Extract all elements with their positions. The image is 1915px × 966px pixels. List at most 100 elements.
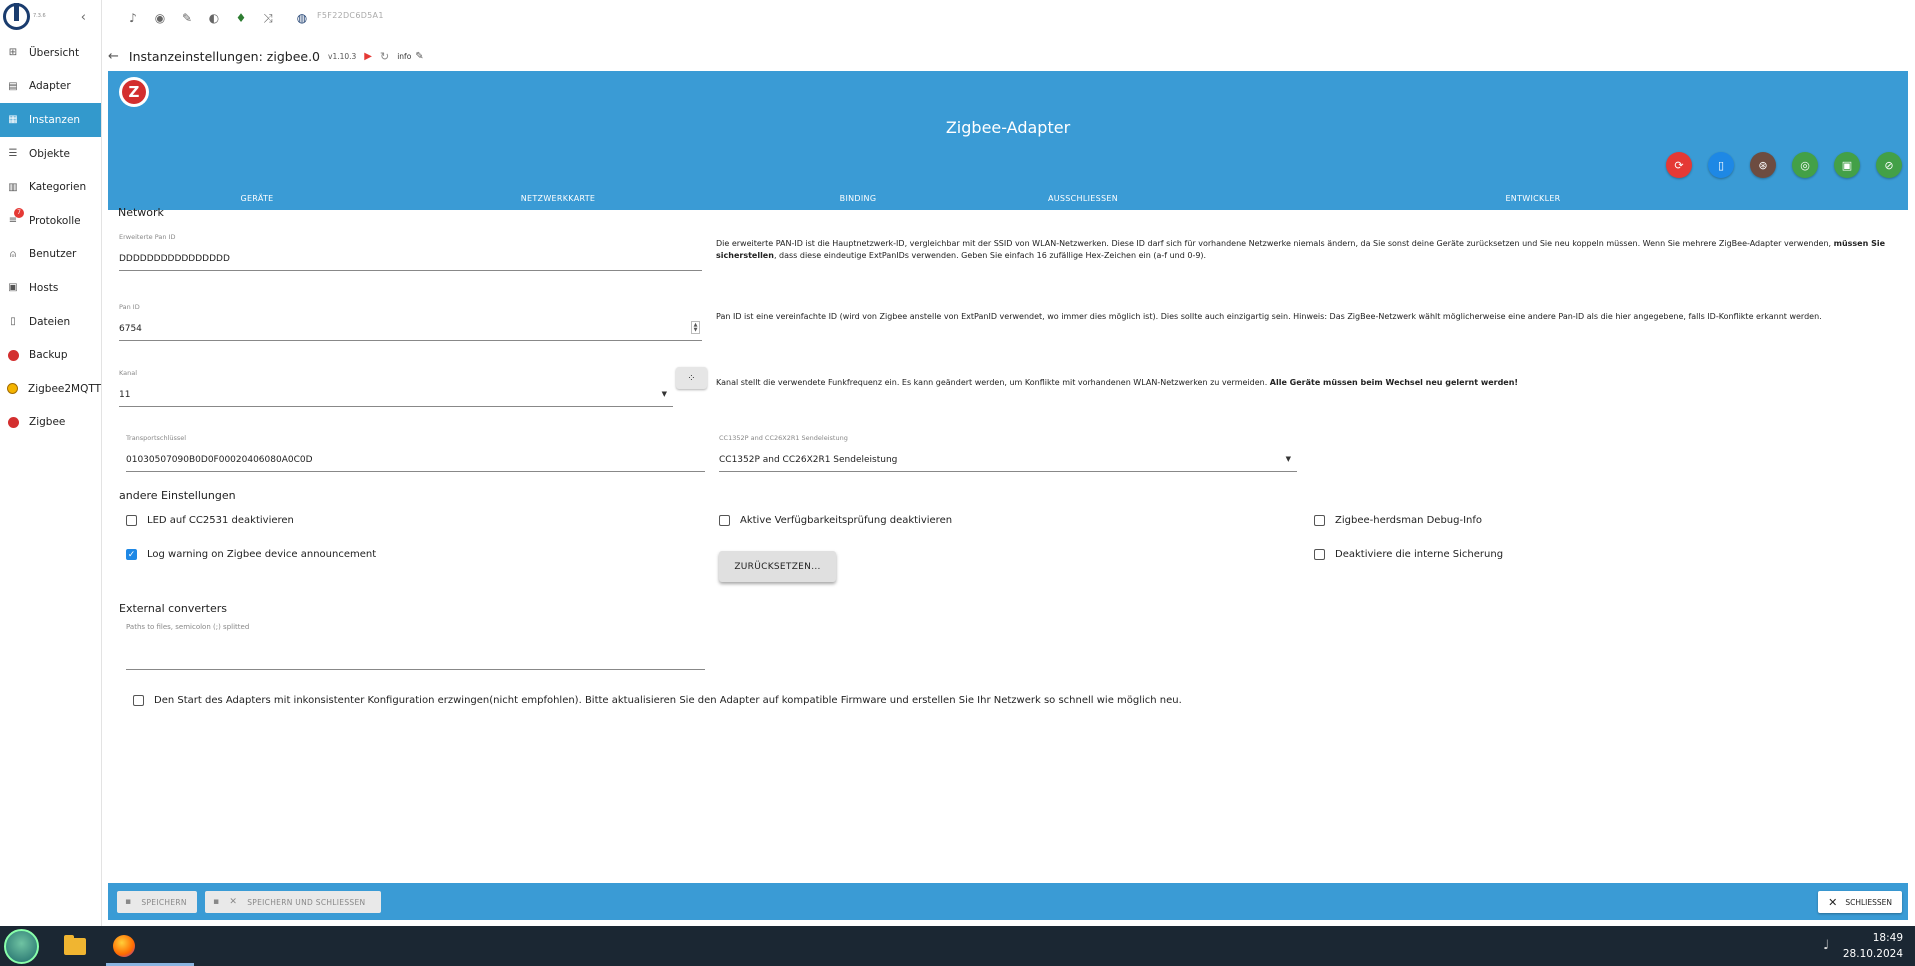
edit-icon[interactable]: ✎ (415, 51, 423, 62)
led-checkbox[interactable]: LED auf CC2531 deaktivieren (126, 515, 294, 526)
checkbox-box-checked[interactable]: ✓ (126, 549, 137, 560)
sidebar-item-instanzen[interactable]: ▦ Instanzen (0, 103, 101, 137)
tray-icon[interactable]: ♩ (1823, 938, 1829, 953)
close-icon: ✕ (229, 897, 238, 907)
refresh-devices-icon[interactable]: ⟳ (1666, 152, 1692, 178)
file-manager-taskbar-button[interactable] (61, 932, 89, 960)
transport-key-value: 01030507090B0D0F00020406080A0C0D (126, 455, 313, 465)
checkbox-box[interactable] (133, 695, 144, 706)
extpanid-field[interactable]: Erweiterte Pan ID DDDDDDDDDDDDDDDD (119, 227, 702, 271)
start-menu-button[interactable] (4, 929, 39, 964)
expert-mode-icon[interactable]: ♦ (233, 10, 249, 26)
close-label: SCHLIESSEN (1845, 897, 1892, 907)
iobroker-logo[interactable] (3, 3, 30, 30)
sidebar-item-dateien[interactable]: ▯ Dateien (0, 305, 101, 339)
other-settings-heading: andere Einstellungen (119, 489, 236, 502)
transport-key-field[interactable]: Transportschlüssel 01030507090B0D0F00020… (126, 428, 705, 472)
save-icon: ▪ (213, 897, 220, 907)
channel-select[interactable]: Kanal 11 ▼ (119, 363, 673, 407)
checkbox-box[interactable] (126, 515, 137, 526)
sidebar-item-backup[interactable]: Backup (0, 338, 101, 372)
sidebar-item-label: Instanzen (29, 113, 81, 126)
logo-version: 7.3.6 (33, 13, 46, 19)
sidebar-item-uebersicht[interactable]: ⊞ Übersicht (0, 36, 101, 70)
log-warning-checkbox[interactable]: ✓ Log warning on Zigbee device announcem… (126, 549, 376, 560)
chevron-down-icon: ▼ (1285, 455, 1291, 463)
device-icon[interactable]: ▯ (1708, 152, 1734, 178)
tab-geraete[interactable]: GERÄTE (240, 194, 273, 203)
external-converters-input[interactable] (126, 630, 705, 670)
sidebar-item-label: Hosts (29, 281, 59, 294)
zigbee-logo: Z (119, 77, 149, 107)
hosts-icon: ▣ (8, 282, 18, 294)
save-label: SPEICHERN (141, 897, 187, 907)
notifications-icon[interactable]: ♪ (125, 10, 141, 26)
grid-icon: ⊞ (8, 47, 18, 59)
panid-field[interactable]: Pan ID 6754 ▲ ▼ (119, 297, 702, 341)
wrench-icon[interactable]: ✎ (179, 10, 195, 26)
back-arrow-icon[interactable]: ← (108, 49, 119, 64)
force-start-checkbox[interactable]: Den Start des Adapters mit inkonsistente… (133, 695, 1182, 706)
reload-icon[interactable]: ↻ (380, 50, 389, 63)
adapter-title: Zigbee-Adapter (945, 118, 1071, 137)
instance-version: v1.10.3 (328, 51, 357, 61)
firefox-icon (113, 935, 135, 957)
checkbox-box[interactable] (1314, 549, 1325, 560)
firefox-taskbar-button[interactable] (110, 932, 138, 960)
panid-stepper[interactable]: ▲ ▼ (691, 321, 700, 334)
eye-icon[interactable]: ◉ (152, 10, 168, 26)
sidebar-item-label: Übersicht (29, 46, 80, 59)
close-button[interactable]: ✕ SCHLIESSEN (1818, 891, 1902, 913)
play-icon[interactable]: ▶ (364, 51, 372, 62)
sidebar-item-label: Kategorien (29, 181, 87, 194)
list-icon: ☰ (8, 148, 18, 160)
save-button[interactable]: ▪ SPEICHERN (117, 891, 197, 913)
sidebar-item-label: Zigbee2MQTT (28, 382, 102, 395)
save-close-button[interactable]: ▪ ✕ SPEICHERN UND SCHLIESSEN (205, 891, 381, 913)
sidebar-item-label: Dateien (29, 315, 71, 328)
sidebar-item-benutzer[interactable]: ⍝ Benutzer (0, 238, 101, 272)
instance-header: ← Instanzeinstellungen: zigbee.0 v1.10.3… (108, 44, 424, 68)
sidebar-item-hosts[interactable]: ▣ Hosts (0, 271, 101, 305)
theme-icon[interactable]: ◐ (206, 10, 222, 26)
channel-help: Kanal stellt die verwendete Funkfrequenz… (716, 378, 1519, 387)
chip-icon[interactable]: ▣ (1834, 152, 1860, 178)
checkbox-box[interactable] (1314, 515, 1325, 526)
sidebar-item-zigbee2mqtt[interactable]: Zigbee2MQTT (0, 372, 101, 406)
sidebar-item-label: Zigbee (29, 416, 66, 429)
signal-icon[interactable]: ◎ (1792, 152, 1818, 178)
iobroker-small-icon: ◍ (296, 11, 308, 25)
checkbox-box[interactable] (719, 515, 730, 526)
tx-power-select[interactable]: CC1352P and CC26X2R1 Sendeleistung CC135… (719, 428, 1297, 472)
clock-time: 18:49 (1872, 932, 1903, 944)
network-off-icon[interactable]: ⊘ (1876, 152, 1902, 178)
sidebar-item-label: Adapter (29, 80, 71, 93)
disable-backup-checkbox[interactable]: Deaktiviere die interne Sicherung (1314, 549, 1503, 560)
connection-icon[interactable]: ⤨ (260, 10, 276, 26)
chevron-down-icon: ▼ (661, 390, 667, 398)
clock[interactable]: 18:49 28.10.2024 (1843, 930, 1903, 962)
user-icon: ⍝ (10, 248, 16, 260)
availability-checkbox[interactable]: Aktive Verfügbarkeitsprüfung deaktiviere… (719, 515, 952, 526)
sidebar-item-objekte[interactable]: ☰ Objekte (0, 137, 101, 171)
sidebar-item-kategorien[interactable]: ▥ Kategorien (0, 170, 101, 204)
sidebar-item-zigbee[interactable]: Zigbee (0, 406, 101, 440)
tab-ausschliessen[interactable]: AUSSCHLIESSEN (1048, 194, 1118, 203)
zigbee2mqtt-icon (7, 383, 18, 395)
sidebar-item-protokolle[interactable]: ≡ 7 Protokolle (0, 204, 101, 238)
tx-power-value: CC1352P and CC26X2R1 Sendeleistung (719, 455, 898, 465)
tab-entwickler[interactable]: ENTWICKLER (1505, 194, 1560, 203)
store-icon: ▤ (8, 80, 18, 92)
debug-checkbox[interactable]: Zigbee-herdsman Debug-Info (1314, 515, 1482, 526)
tab-netzwerkkarte[interactable]: NETZWERKKARTE (521, 194, 596, 203)
channel-scan-button[interactable]: ⁘ (676, 367, 707, 389)
collapse-sidebar-icon[interactable]: ‹ (81, 10, 86, 25)
info-label[interactable]: info (397, 52, 411, 61)
join-icon[interactable]: ⊛ (1750, 152, 1776, 178)
sidebar-item-adapter[interactable]: ▤ Adapter (0, 70, 101, 104)
tx-power-label: CC1352P and CC26X2R1 Sendeleistung (719, 434, 848, 442)
reset-button[interactable]: ZURÜCKSETZEN... (719, 551, 836, 582)
instances-icon: ▦ (8, 114, 18, 126)
tab-binding[interactable]: BINDING (840, 194, 877, 203)
panid-help: Pan ID ist eine vereinfachte ID (wird vo… (716, 312, 1822, 321)
